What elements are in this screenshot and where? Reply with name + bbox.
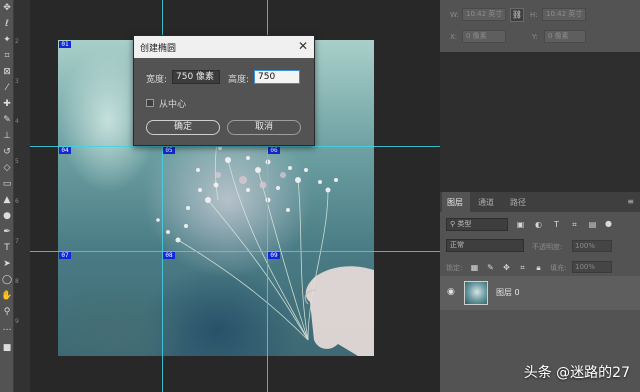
lasso-tool-icon[interactable]: ℓ <box>1 18 13 30</box>
hand-tool-icon[interactable]: ✋ <box>1 290 13 302</box>
properties-panel: W: 10.42 英寸 ⛓ H: 10.42 英寸 X: 0 像素 Y: 0 像… <box>440 0 640 52</box>
ruler-mark: 7 <box>15 238 19 245</box>
smart-object-filter-icon[interactable]: ▤ <box>588 220 597 229</box>
more-tools-icon[interactable]: … <box>1 322 13 334</box>
opacity-field[interactable]: 100% <box>572 240 612 252</box>
photoshop-window: ✥ ℓ ✦ ⌗ ⊠ ⁄ ✚ ✎ ⊥ ↺ ◇ ▭ ▲ ● ✒ T ➤ ◯ ✋ ⚲ … <box>0 0 640 392</box>
layer-row[interactable]: ◉ 图层 0 <box>440 276 640 310</box>
height-field[interactable]: 750 <box>254 70 300 84</box>
watermark: 头条 @迷路的27 <box>523 365 630 381</box>
zoom-tool-icon[interactable]: ⚲ <box>1 306 13 318</box>
ruler-mark: 9 <box>15 318 19 325</box>
lock-all-icon[interactable]: 🔒︎ <box>534 263 543 272</box>
type-filter-icon[interactable]: T <box>552 220 561 229</box>
blur-tool-icon[interactable]: ▲ <box>1 194 13 206</box>
y-field[interactable]: 0 像素 <box>544 30 586 43</box>
tab-layers[interactable]: 图层 <box>447 197 463 208</box>
create-ellipse-dialog: 创建椭圆 ✕ 宽度: 750 像素 高度: 750 从中心 确定 取消 <box>133 35 315 146</box>
height-label: 高度: <box>228 75 250 85</box>
path-select-icon[interactable]: ➤ <box>1 258 13 270</box>
h-label: H: <box>530 11 538 19</box>
pen-tool-icon[interactable]: ✒ <box>1 226 13 238</box>
blend-mode-select[interactable]: 正常 <box>446 239 524 252</box>
image-filter-icon[interactable]: ▣ <box>516 220 525 229</box>
slice-label: 06 <box>268 147 280 154</box>
opacity-label: 不透明度: <box>532 243 563 251</box>
link-icon[interactable]: ⛓ <box>510 8 524 22</box>
h-field[interactable]: 10.42 英寸 <box>542 8 586 21</box>
guide-line[interactable] <box>30 251 440 252</box>
from-center-label: 从中心 <box>159 100 187 110</box>
layer-thumbnail <box>464 281 488 305</box>
ruler-mark: 8 <box>15 278 19 285</box>
width-label: 宽度: <box>146 75 168 85</box>
x-label: X: <box>450 33 458 41</box>
panel-menu-icon[interactable]: ≡ <box>627 197 634 206</box>
shape-filter-icon[interactable]: ⌗ <box>570 220 579 229</box>
y-label: Y: <box>532 33 538 41</box>
layer-filter-select[interactable]: ⚲ 类型 <box>446 218 508 231</box>
eye-icon[interactable]: ◉ <box>447 287 455 297</box>
filter-row: ⚲ 类型 ▣ ◐ T ⌗ ▤ ● <box>440 218 640 234</box>
lock-artboard-icon[interactable]: ⌗ <box>518 263 527 272</box>
close-icon[interactable]: ✕ <box>298 39 308 53</box>
lock-row: 锁定: ▦ ✎ ✥ ⌗ 🔒︎ 填充: 100% <box>440 260 640 276</box>
dodge-tool-icon[interactable]: ● <box>1 210 13 222</box>
type-tool-icon[interactable]: T <box>1 242 13 254</box>
slice-label: 05 <box>163 147 175 154</box>
blend-row: 正常 不透明度: 100% <box>440 239 640 255</box>
history-brush-icon[interactable]: ↺ <box>1 146 13 158</box>
ok-button[interactable]: 确定 <box>146 120 220 135</box>
filter-toggle-icon[interactable]: ● <box>604 219 613 228</box>
ruler-mark: 5 <box>15 158 19 165</box>
tab-channels[interactable]: 通道 <box>478 197 494 208</box>
ruler-mark: 4 <box>15 118 19 125</box>
width-field[interactable]: 750 像素 <box>172 70 220 84</box>
fill-label: 填充: <box>550 264 567 272</box>
layer-name[interactable]: 图层 0 <box>496 287 520 298</box>
move-tool-icon[interactable]: ✥ <box>1 2 13 14</box>
guide-line[interactable] <box>30 146 440 147</box>
tab-paths[interactable]: 路径 <box>510 197 526 208</box>
tools-panel: ✥ ℓ ✦ ⌗ ⊠ ⁄ ✚ ✎ ⊥ ↺ ◇ ▭ ▲ ● ✒ T ➤ ◯ ✋ ⚲ … <box>0 0 14 392</box>
slice-label: 09 <box>268 252 280 259</box>
lock-transparent-icon[interactable]: ▦ <box>470 263 479 272</box>
stamp-tool-icon[interactable]: ⊥ <box>1 130 13 142</box>
empty-panel-area <box>440 52 640 192</box>
adjustment-filter-icon[interactable]: ◐ <box>534 220 543 229</box>
lock-pixels-icon[interactable]: ✎ <box>486 263 495 272</box>
slice-label: 08 <box>163 252 175 259</box>
crop-tool-icon[interactable]: ⌗ <box>1 50 13 62</box>
x-field[interactable]: 0 像素 <box>462 30 506 43</box>
ellipse-tool-icon[interactable]: ◯ <box>1 274 13 286</box>
gradient-tool-icon[interactable]: ▭ <box>1 178 13 190</box>
right-panel-area: W: 10.42 英寸 ⛓ H: 10.42 英寸 X: 0 像素 Y: 0 像… <box>440 0 640 392</box>
frame-tool-icon[interactable]: ⊠ <box>1 66 13 78</box>
eraser-tool-icon[interactable]: ◇ <box>1 162 13 174</box>
ruler-mark: 2 <box>15 38 19 45</box>
lock-label: 锁定: <box>446 264 463 272</box>
eyedropper-tool-icon[interactable]: ⁄ <box>1 82 13 94</box>
slice-label: 07 <box>59 252 71 259</box>
dialog-title: 创建椭圆 <box>140 44 177 54</box>
slice-label: 04 <box>59 147 71 154</box>
ruler-mark: 3 <box>15 78 19 85</box>
brush-tool-icon[interactable]: ✎ <box>1 114 13 126</box>
healing-brush-icon[interactable]: ✚ <box>1 98 13 110</box>
lock-position-icon[interactable]: ✥ <box>502 263 511 272</box>
from-center-checkbox[interactable] <box>146 99 154 107</box>
layers-tabbar: 图层 通道 路径 ≡ <box>440 192 640 212</box>
filter-label: 类型 <box>457 220 472 228</box>
vertical-ruler: 2 3 4 5 6 7 8 9 <box>14 0 30 392</box>
ruler-mark: 6 <box>15 198 19 205</box>
w-label: W: <box>450 11 459 19</box>
foreground-color-swatch[interactable]: ■ <box>1 342 13 354</box>
fill-field[interactable]: 100% <box>572 261 612 273</box>
slice-label: 01 <box>59 41 71 48</box>
dialog-titlebar[interactable]: 创建椭圆 ✕ <box>134 36 314 58</box>
magic-wand-icon[interactable]: ✦ <box>1 34 13 46</box>
cancel-button[interactable]: 取消 <box>227 120 301 135</box>
w-field[interactable]: 10.42 英寸 <box>462 8 506 21</box>
